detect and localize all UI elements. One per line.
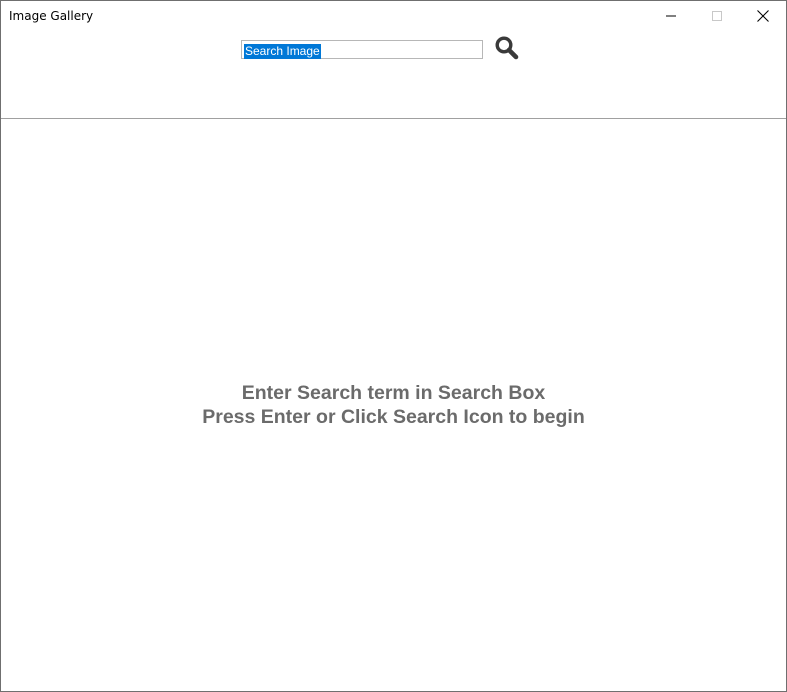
search-input-value: Search Image xyxy=(244,44,321,59)
maximize-button[interactable] xyxy=(694,1,740,30)
search-icon xyxy=(495,36,519,60)
close-button[interactable] xyxy=(740,1,786,30)
search-button[interactable] xyxy=(494,35,520,61)
maximize-icon xyxy=(712,10,722,21)
app-window: Image Gallery Search Image Enter Search … xyxy=(0,0,787,692)
search-bar: Search Image xyxy=(1,31,786,118)
empty-state-line-1: Enter Search term in Search Box xyxy=(241,382,546,404)
minimize-button[interactable] xyxy=(648,1,694,30)
window-title: Image Gallery xyxy=(9,9,94,23)
empty-state-line-2: Press Enter or Click Search Icon to begi… xyxy=(202,406,585,428)
gallery-area: Enter Search term in Search Box Press En… xyxy=(1,119,786,691)
title-bar[interactable]: Image Gallery xyxy=(1,1,786,31)
close-icon xyxy=(757,9,769,22)
empty-state-message: Enter Search term in Search Box Press En… xyxy=(1,381,786,429)
search-input[interactable]: Search Image xyxy=(241,40,483,59)
minimize-icon xyxy=(666,15,676,16)
